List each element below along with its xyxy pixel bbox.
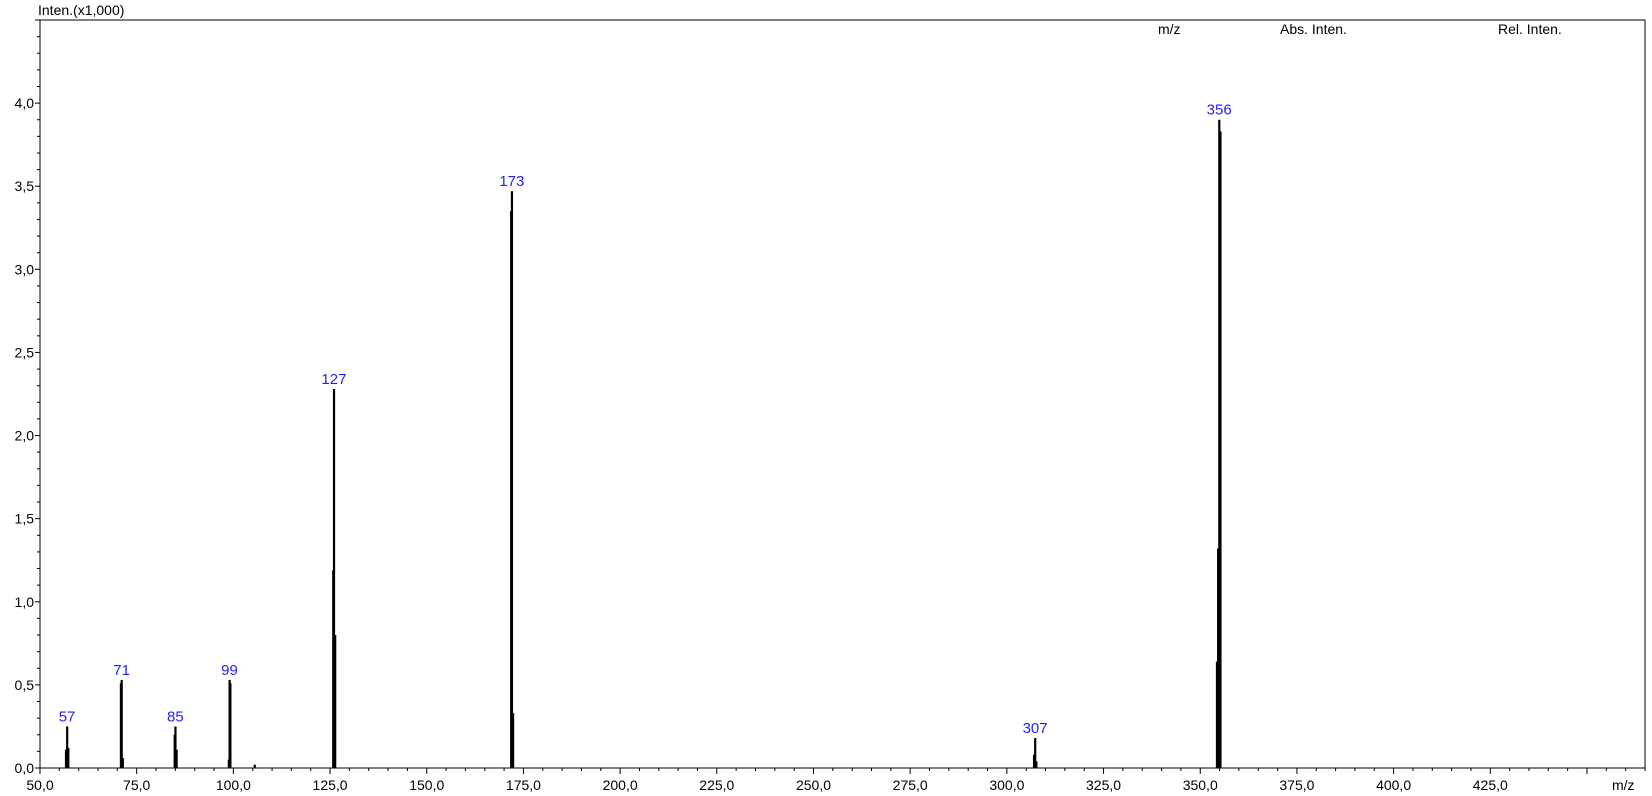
- x-tick-label: 175,0: [506, 777, 541, 793]
- header-column-rel-inten: Rel. Inten.: [1498, 21, 1562, 37]
- peak-label: 307: [1023, 720, 1048, 737]
- y-tick-label: 1,0: [15, 594, 35, 610]
- peak-bar: [510, 191, 514, 769]
- y-tick-label: 3,0: [15, 261, 35, 277]
- peak-bar: [67, 748, 70, 768]
- peak-bar: [334, 635, 337, 768]
- y-tick-label: 2,5: [15, 344, 35, 360]
- x-tick-label: 275,0: [893, 777, 928, 793]
- x-tick-label: 50,0: [26, 777, 53, 793]
- peak-label: 173: [499, 173, 524, 190]
- peak-label: 127: [321, 371, 346, 388]
- axes-group: 0,0 0,5 1,0 1,5 2,0 2,5 3,0 3,5 4,0 50,0 75,0 100,0…: [15, 19, 1646, 793]
- header-column-mz: m/z: [1158, 21, 1181, 37]
- peak-bar: [121, 758, 124, 768]
- x-tick-label: 400,0: [1376, 777, 1411, 793]
- x-axis-label: m/z: [1612, 777, 1635, 793]
- peak-bar: [120, 679, 123, 768]
- peak-bar: [1035, 761, 1038, 768]
- x-tick-label: 250,0: [796, 777, 831, 793]
- peak-bar: [175, 749, 178, 768]
- x-tick-label: 100,0: [216, 777, 251, 793]
- y-axis-label: Inten.(x1,000): [38, 2, 124, 18]
- header-column-abs-inten: Abs. Inten.: [1280, 21, 1347, 37]
- peak-label: 356: [1207, 102, 1232, 119]
- y-tick-label: 0,5: [15, 677, 35, 693]
- x-tick-label: 425,0: [1473, 777, 1508, 793]
- y-tick-label: 2,0: [15, 428, 35, 444]
- peaks-group: [64, 119, 1222, 769]
- y-tick-label: 1,5: [15, 511, 35, 527]
- x-tick-label: 225,0: [699, 777, 734, 793]
- x-tick-label: 150,0: [409, 777, 444, 793]
- x-tick-label: 300,0: [989, 777, 1024, 793]
- peak-bar: [229, 683, 232, 768]
- peak-labels-group: 57 71 85 99 127 173 307 356: [59, 102, 1232, 737]
- peak-label: 99: [221, 662, 238, 679]
- x-tick-label: 125,0: [313, 777, 348, 793]
- peak-bar: [1219, 131, 1222, 768]
- y-tick-label: 3,5: [15, 178, 35, 194]
- peak-label: 85: [167, 708, 184, 725]
- x-tick-label: 325,0: [1086, 777, 1121, 793]
- mass-spectrum-chart: 0,0 0,5 1,0 1,5 2,0 2,5 3,0 3,5 4,0 50,0 75,0 100,0…: [15, 2, 1646, 793]
- y-tick-label: 0,0: [15, 760, 35, 776]
- x-tick-label: 350,0: [1183, 777, 1218, 793]
- peak-bar: [511, 713, 515, 768]
- peak-label: 71: [113, 662, 130, 679]
- y-tick-label: 4,0: [15, 95, 35, 111]
- x-tick-label: 200,0: [603, 777, 638, 793]
- plot-frame: [39, 19, 1646, 769]
- peak-bar: [253, 764, 256, 768]
- peak-label: 57: [59, 708, 76, 725]
- x-tick-label: 75,0: [123, 777, 150, 793]
- x-tick-label: 375,0: [1279, 777, 1314, 793]
